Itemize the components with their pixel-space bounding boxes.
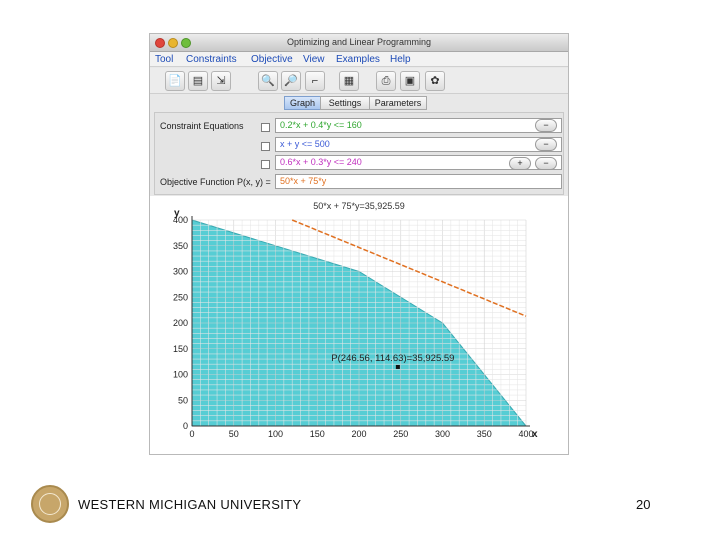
x-tick-label: 50: [229, 429, 239, 439]
y-tick-label: 200: [173, 318, 188, 328]
pan-icon[interactable]: ⌐: [305, 71, 325, 91]
print-icon[interactable]: ⎙: [376, 71, 396, 91]
university-name: WESTERN MICHIGAN UNIVERSITY: [78, 497, 302, 512]
graph-area[interactable]: 0 50 100 150 200 250 300 350 400 0 50 100 150 200 250 3…: [150, 196, 568, 454]
x-tick-label: 0: [189, 429, 194, 439]
open-file-icon[interactable]: 📄: [165, 71, 185, 91]
constraint-3-checkbox[interactable]: [261, 160, 270, 169]
objective-function-field[interactable]: 50*x + 75*y: [275, 174, 562, 189]
optimal-point-marker: [395, 364, 400, 369]
equations-panel: Constraint Equations 0.2*x + 0.4*y <= 16…: [154, 112, 564, 195]
x-tick-label: 100: [268, 429, 283, 439]
objective-function-text: 50*x + 75*y: [280, 176, 327, 186]
print-preview-icon[interactable]: ▣: [400, 71, 420, 91]
tab-settings[interactable]: Settings: [320, 96, 370, 110]
x-tick-label: 350: [477, 429, 492, 439]
constraint-1-remove-button[interactable]: −: [535, 119, 557, 132]
constraint-2-checkbox[interactable]: [261, 142, 270, 151]
y-tick-label: 250: [173, 292, 188, 302]
constraint-2-remove-button[interactable]: −: [535, 138, 557, 151]
x-tick-label: 250: [393, 429, 408, 439]
x-tick-label: 200: [351, 429, 366, 439]
add-constraint-button[interactable]: +: [509, 157, 531, 170]
feasible-region-plot[interactable]: 0 50 100 150 200 250 300 350 4000501001502002503…: [150, 196, 568, 454]
title-bar: Optimizing and Linear Programming: [150, 34, 568, 52]
university-seal-logo: [31, 485, 69, 523]
zoom-out-icon[interactable]: 🔎: [281, 71, 301, 91]
settings-icon[interactable]: ✿: [425, 71, 445, 91]
constraint-1-text: 0.2*x + 0.4*y <= 160: [280, 120, 362, 130]
constraint-1-checkbox[interactable]: [261, 123, 270, 132]
export-icon[interactable]: ⇲: [211, 71, 231, 91]
y-axis-letter: y: [174, 208, 180, 219]
constraint-1-field[interactable]: 0.2*x + 0.4*y <= 160: [275, 118, 562, 133]
y-tick-label: 0: [183, 421, 188, 431]
menu-tool[interactable]: Tool: [155, 54, 173, 65]
y-tick-label: 300: [173, 267, 188, 277]
constraint-3-text: 0.6*x + 0.3*y <= 240: [280, 157, 362, 167]
y-tick-label: 150: [173, 344, 188, 354]
objective-value-header: 50*x + 75*y=35,925.59: [313, 201, 405, 211]
menu-bar: Tool Constraints Objective View Examples…: [150, 52, 568, 67]
menu-help[interactable]: Help: [390, 54, 411, 65]
constraint-2-text: x + y <= 500: [280, 139, 330, 149]
menu-constraints[interactable]: Constraints: [186, 54, 237, 65]
optimal-point-label: P(246.56, 114.63)=35,925.59: [331, 353, 454, 364]
constraint-3-remove-button[interactable]: −: [535, 157, 557, 170]
y-tick-label: 50: [178, 395, 188, 405]
constraint-equations-label: Constraint Equations: [160, 121, 244, 131]
menu-objective[interactable]: Objective: [251, 54, 293, 65]
tab-graph[interactable]: Graph: [284, 96, 321, 110]
slide-page-number: 20: [636, 497, 651, 512]
window-title: Optimizing and Linear Programming: [286, 37, 432, 47]
zoom-in-icon[interactable]: 🔍: [258, 71, 278, 91]
x-axis-letter: x: [532, 429, 538, 440]
tab-parameters[interactable]: Parameters: [369, 96, 427, 110]
menu-view[interactable]: View: [303, 54, 325, 65]
objective-function-label: Objective Function P(x, y) =: [160, 177, 271, 187]
constraint-2-field[interactable]: x + y <= 500: [275, 137, 562, 152]
x-tick-label: 300: [435, 429, 450, 439]
save-file-icon[interactable]: ▤: [188, 71, 208, 91]
y-tick-label: 100: [173, 370, 188, 380]
menu-examples[interactable]: Examples: [336, 54, 380, 65]
app-window: Optimizing and Linear Programming Tool C…: [149, 33, 569, 455]
x-tick-label: 150: [310, 429, 325, 439]
y-tick-label: 350: [173, 241, 188, 251]
toolbar: 📄 ▤ ⇲ 🔍 🔎 ⌐ ▦ ⎙ ▣ ✿: [150, 68, 568, 94]
grid-icon[interactable]: ▦: [339, 71, 359, 91]
